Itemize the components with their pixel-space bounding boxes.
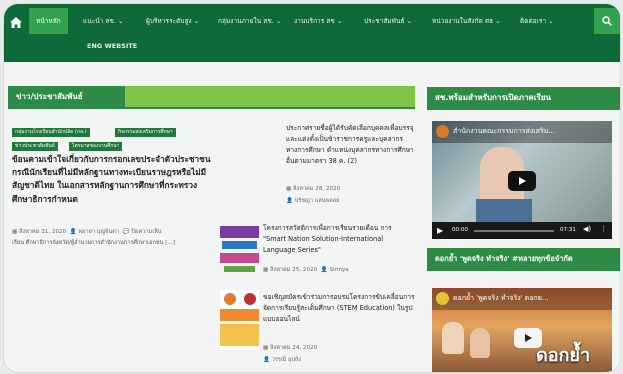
news-item-author[interactable]: 👤 ปรัชญา แสนพลอย	[286, 197, 339, 205]
header-accent-bar	[125, 86, 415, 107]
main-article-meta: ▦ สิงหาคม 31, 2020 👤 พยายา บุญจินดา 💬 ปิ…	[12, 228, 162, 236]
news-item-title[interactable]: โครงการสวัสดิการเพื่อการเรียนรายเดือน กา…	[263, 223, 416, 256]
news-item-title[interactable]: ขอเชิญสมัครเข้าร่วมการอบรมโครงการขับเคลื…	[263, 292, 416, 325]
video-progress-bar[interactable]	[474, 230, 554, 232]
thumb-block	[220, 253, 259, 263]
main-article-excerpt: เรียน ศึกษาธิการจังหวัด/ผู้อำนวยการสำนัก…	[12, 240, 175, 246]
channel-avatar[interactable]	[436, 125, 449, 138]
nav-item-executives[interactable]: ผู้บริหารระดับสูง ⌄	[146, 16, 199, 26]
news-item-date: สิงหาคม 25, 2020	[270, 267, 318, 273]
nav-item-about[interactable]: แนะนำ สช. ⌄	[83, 16, 124, 26]
video-title-bar: สำนักงานคณะกรรมการส่งเสริม...	[432, 121, 612, 143]
news-thumbnail[interactable]	[220, 222, 259, 276]
nav-item-pr[interactable]: ประชาสัมพันธ์ ⌄	[364, 16, 412, 26]
category-tag[interactable]: ข่าวประชาสัมพันธ์	[12, 142, 58, 151]
thumb-logos	[222, 292, 257, 306]
video-controls: ▶ 00:00 07:31 ◀) ⋮	[432, 222, 612, 239]
video-section-header: ดอกย้ำ 'พูดจริง ทำจริง' #ทลายทุกข้อจำกัด	[427, 248, 620, 269]
logo-seal	[224, 293, 236, 305]
category-tag[interactable]: ไตรมาสของงานศึกษา	[69, 142, 123, 151]
home-icon	[10, 16, 22, 28]
article-author[interactable]: พยายา บุญจินดา	[78, 229, 119, 235]
news-item-meta: ▦ สิงหาคม 25, 2020 👤 Sirinya	[263, 266, 349, 274]
news-section-title: ข่าว/ประชาสัมพันธ์	[16, 92, 83, 101]
nav-item-home[interactable]: หน้าหลัก	[29, 8, 68, 34]
video-title[interactable]: สำนักงานคณะกรรมการส่งเสริม...	[453, 126, 555, 137]
play-icon	[525, 334, 532, 342]
news-item-meta: ▦ สิงหาคม 24, 2020	[263, 344, 317, 352]
search-icon	[602, 16, 612, 26]
logo-seal	[244, 293, 256, 305]
video-player[interactable]: สำนักงานคณะกรรมการส่งเสริม... ▶ 00:00 07…	[432, 121, 612, 239]
main-article-title[interactable]: ข้อนคามเข้าใจเกี่ยวกับการกรอกเลขประจำตัว…	[12, 153, 216, 206]
news-item-author-name[interactable]: วรรณี อุปถัง	[272, 357, 301, 363]
section-divider	[427, 269, 620, 271]
video-section-header: สช.พร้อมสำหรับการเปิดภาคเรียน	[427, 87, 620, 108]
more-options-icon[interactable]: ⋮	[600, 225, 607, 233]
channel-avatar[interactable]	[436, 292, 449, 305]
nav-item-contact[interactable]: ติดต่อเรา ⌄	[520, 16, 554, 26]
section-divider	[427, 108, 620, 110]
thumb-block	[220, 309, 259, 321]
thumb-block	[222, 241, 257, 249]
video-title[interactable]: ดอกย้ำ 'พูดจริง ทำจริง' ดอกย...	[453, 293, 549, 304]
nav-item-affiliates[interactable]: หน่วยงานในสังกัด ศธ ⌄	[432, 16, 501, 26]
video-overlay-text: ดอกย้ำ	[536, 345, 591, 366]
video-title-bar: ดอกย้ำ 'พูดจริง ทำจริง' ดอกย...	[432, 288, 612, 310]
main-navbar: หน้าหลัก แนะนำ สช. ⌄ ผู้บริหารระดับสูง ⌄…	[4, 4, 620, 62]
news-item-author-name[interactable]: Sirinya	[329, 267, 348, 273]
thumb-block	[220, 324, 259, 346]
video-figure	[470, 328, 490, 358]
volume-icon[interactable]: ◀)	[583, 225, 591, 233]
user-icon: 👤	[286, 198, 295, 204]
news-item-date: สิงหาคม 24, 2020	[270, 345, 318, 351]
nav-item-internal-groups[interactable]: กลุ่มงานภายใน สช. ⌄	[218, 16, 282, 26]
video-time-current: 00:00	[452, 227, 468, 233]
browser-viewport: หน้าหลัก แนะนำ สช. ⌄ ผู้บริหารระดับสูง ⌄…	[4, 4, 620, 372]
video-section-title: สช.พร้อมสำหรับการเปิดภาคเรียน	[435, 93, 551, 102]
video-time-total: 07:31	[560, 227, 576, 233]
news-item-author-name[interactable]: ปรัชญา แสนพลอย	[295, 198, 340, 204]
news-item-author[interactable]: 👤 วรรณี อุปถัง	[263, 356, 301, 364]
comment-icon: 💬	[122, 229, 132, 235]
category-tag[interactable]: กลุ่มงานโรงเรียนสำนักปลัด (กล.)	[12, 128, 90, 137]
video-player[interactable]: ดอกย้ำ 'พูดจริง ทำจริง' ดอกย... ดอกย้ำ	[432, 288, 612, 372]
news-item-title[interactable]: ประกาศรายชื่อผู้ได้รับคัดเลือกบุคคลเพื่อ…	[286, 123, 416, 167]
section-divider	[8, 107, 415, 109]
video-figure	[442, 322, 464, 354]
news-section-header: ข่าว/ประชาสัมพันธ์	[8, 86, 415, 107]
home-button[interactable]	[4, 8, 28, 36]
news-thumbnail[interactable]	[220, 290, 259, 350]
category-tag[interactable]: กิจกรรมส่งเสริมการศึกษา	[115, 128, 176, 137]
article-date: สิงหาคม 31, 2020	[19, 229, 67, 235]
video-presenter-shirt	[476, 199, 532, 223]
search-button[interactable]	[594, 8, 620, 34]
news-item-date: สิงหาคม 28, 2020	[293, 186, 341, 192]
nav-item-services[interactable]: งานบริการ สช ⌄	[294, 16, 342, 26]
user-icon: 👤	[263, 357, 272, 363]
nav-item-eng-website[interactable]: ENG WEBSITE	[87, 42, 137, 50]
play-icon[interactable]: ▶	[437, 226, 443, 235]
thumb-block	[224, 266, 255, 272]
play-button[interactable]	[508, 171, 536, 191]
article-comment-status: ปิดความเห็น	[131, 229, 162, 235]
thumb-block	[220, 226, 259, 238]
play-icon	[519, 177, 526, 185]
video-section-title: ดอกย้ำ 'พูดจริง ทำจริง' #ทลายทุกข้อจำกัด	[435, 254, 573, 263]
news-item-meta: ▦ สิงหาคม 28, 2020	[286, 185, 340, 193]
